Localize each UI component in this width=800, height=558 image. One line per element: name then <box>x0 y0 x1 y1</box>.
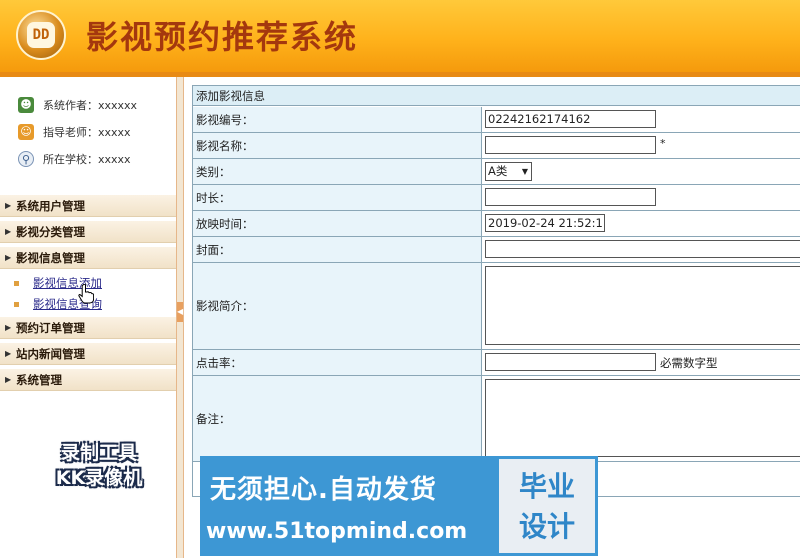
app-title: 影视预约推荐系统 <box>86 18 359 56</box>
showtime-input[interactable]: 2019-02-24 21:52:1 <box>485 214 605 232</box>
remark-textarea[interactable] <box>485 379 800 457</box>
field-label: 点击率： <box>193 350 482 375</box>
hand-cursor-icon <box>78 284 94 304</box>
movie-form: 添加影视信息 影视编号： 02242162174162 影视名称： * 类别： … <box>192 85 800 497</box>
ad-side-line2: 设计 <box>518 510 575 543</box>
menu-system-management[interactable]: ▶ 系统管理 <box>0 369 176 391</box>
field-value-cell <box>482 263 800 349</box>
field-label: 时长： <box>193 185 482 210</box>
field-value-cell <box>482 185 800 210</box>
field-label: 备注： <box>193 376 482 461</box>
numeric-hint: 必需数字型 <box>660 356 718 370</box>
field-value-cell <box>482 237 800 262</box>
form-row-code: 影视编号： 02242162174162 <box>193 107 800 133</box>
triangle-right-icon: ▶ <box>5 349 12 358</box>
form-row-cover: 封面： <box>193 237 800 263</box>
field-label: 影视简介： <box>193 263 482 349</box>
school-text: 所在学校：xxxxx <box>43 153 131 166</box>
ad-side-line1: 毕业 <box>518 470 575 503</box>
menu-category-management[interactable]: ▶ 影视分类管理 <box>0 221 176 243</box>
teacher-info: ☺ 指导老师：xxxxx <box>18 123 131 141</box>
ad-side-text: 毕业 设计 <box>499 467 595 547</box>
movie-code-input[interactable]: 02242162174162 <box>485 110 656 128</box>
menu-label: 系统用户管理 <box>16 199 85 213</box>
menu-label: 站内新闻管理 <box>16 347 85 361</box>
logo: DD <box>16 10 66 60</box>
intro-textarea[interactable] <box>485 266 800 345</box>
recorder-watermark: 录制工具 KK录像机 <box>34 441 164 491</box>
category-select[interactable]: A类 ▼ <box>485 162 532 181</box>
users-icon: ☻ <box>18 97 34 113</box>
form-row-clicks: 点击率： 必需数字型 <box>193 350 800 376</box>
field-label: 放映时间： <box>193 211 482 236</box>
logo-mark: DD <box>27 22 55 48</box>
duration-input[interactable] <box>485 188 656 206</box>
author-text: 系统作者：xxxxxx <box>43 99 138 112</box>
menu-label: 影视分类管理 <box>16 225 85 239</box>
form-row-category: 类别： A类 ▼ <box>193 159 800 185</box>
clicks-input[interactable] <box>485 353 656 371</box>
form-row-intro: 影视简介： <box>193 263 800 350</box>
school-icon: ⚲ <box>18 151 34 167</box>
form-row-duration: 时长： <box>193 185 800 211</box>
triangle-right-icon: ▶ <box>5 201 12 210</box>
required-marker: * <box>660 137 666 150</box>
bullet-icon <box>14 281 19 286</box>
watermark-line2: KK录像机 <box>55 467 143 489</box>
menu-news-management[interactable]: ▶ 站内新闻管理 <box>0 343 176 365</box>
school-info: ⚲ 所在学校：xxxxx <box>18 150 131 168</box>
triangle-right-icon: ▶ <box>5 375 12 384</box>
app-header: DD 影视预约推荐系统 <box>0 0 800 72</box>
menu-label: 影视信息管理 <box>16 251 85 265</box>
dropdown-arrow-icon: ▼ <box>521 167 528 176</box>
menu-order-management[interactable]: ▶ 预约订单管理 <box>0 317 176 339</box>
teacher-text: 指导老师：xxxxx <box>43 126 131 139</box>
form-row-showtime: 放映时间： 2019-02-24 21:52:1 <box>193 211 800 237</box>
sidebar-splitter[interactable]: ◀ <box>176 77 184 558</box>
field-value-cell: 2019-02-24 21:52:1 <box>482 211 800 236</box>
field-value-cell: * <box>482 133 800 158</box>
category-selected: A类 <box>488 164 508 178</box>
triangle-right-icon: ▶ <box>5 253 12 262</box>
triangle-right-icon: ▶ <box>5 227 12 236</box>
field-value-cell: 02242162174162 <box>482 107 800 132</box>
field-value-cell: 必需数字型 <box>482 350 800 375</box>
ad-banner: 无须担心.自动发货 www.51topmind.com <box>200 456 496 556</box>
field-label: 封面： <box>193 237 482 262</box>
menu-label: 预约订单管理 <box>16 321 85 335</box>
field-label: 类别： <box>193 159 482 184</box>
bullet-icon <box>14 302 19 307</box>
form-row-name: 影视名称： * <box>193 133 800 159</box>
field-value-cell <box>482 376 800 461</box>
ad-slogan: 无须担心.自动发货 <box>210 475 437 505</box>
triangle-right-icon: ▶ <box>5 323 12 332</box>
teacher-icon: ☺ <box>18 124 34 140</box>
form-title: 添加影视信息 <box>193 86 800 106</box>
menu-movie-management[interactable]: ▶ 影视信息管理 <box>0 247 176 269</box>
form-row-remark: 备注： <box>193 376 800 462</box>
field-label: 影视编号： <box>193 107 482 132</box>
menu-label: 系统管理 <box>16 373 62 387</box>
movie-name-input[interactable] <box>485 136 656 154</box>
field-value-cell: A类 ▼ <box>482 159 800 184</box>
watermark-line1: 录制工具 <box>60 442 137 464</box>
collapse-arrow-icon[interactable]: ◀ <box>177 302 183 322</box>
author-info: ☻ 系统作者：xxxxxx <box>18 96 137 114</box>
field-label: 影视名称： <box>193 133 482 158</box>
ad-side-badge: 毕业 设计 <box>496 456 598 556</box>
cover-input[interactable] <box>485 240 800 258</box>
menu-user-management[interactable]: ▶ 系统用户管理 <box>0 195 176 217</box>
ad-url: www.51topmind.com <box>206 519 468 544</box>
